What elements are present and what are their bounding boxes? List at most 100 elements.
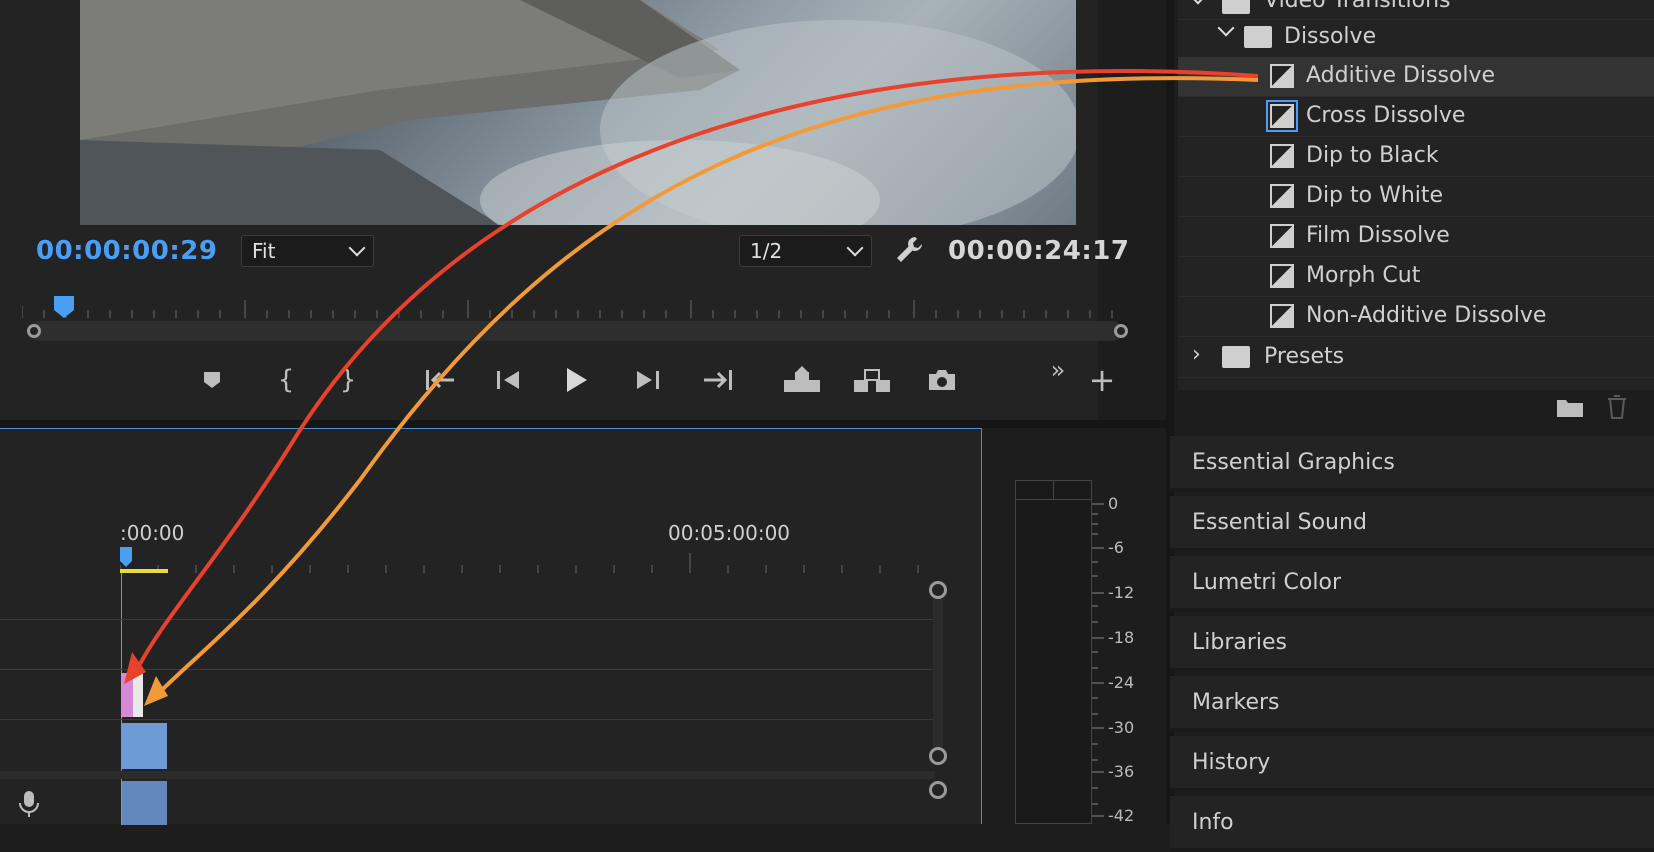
audio-clip-a1[interactable] xyxy=(121,781,167,825)
db-label: -12 xyxy=(1108,583,1135,602)
track-scroll-handle-top[interactable] xyxy=(929,581,947,599)
effect-label: Dip to White xyxy=(1306,183,1444,208)
transition-marker[interactable] xyxy=(133,673,143,717)
effect-film-dissolve[interactable]: Film Dissolve xyxy=(1178,217,1654,257)
panel-history[interactable]: History xyxy=(1170,736,1654,792)
current-timecode[interactable]: 00:00:00:29 xyxy=(36,236,217,266)
tree-video-transitions[interactable]: Video Transitions xyxy=(1178,0,1654,20)
tree-presets[interactable]: › Presets xyxy=(1178,338,1654,378)
go-to-in-button[interactable] xyxy=(420,360,460,400)
panel-markers[interactable]: Markers xyxy=(1170,676,1654,732)
db-label: 0 xyxy=(1108,494,1119,513)
track-divider xyxy=(0,619,935,620)
new-bin-icon[interactable] xyxy=(1556,396,1584,418)
track-divider xyxy=(0,669,935,670)
play-button[interactable] xyxy=(556,360,596,400)
go-to-out-button[interactable] xyxy=(698,360,738,400)
go-to-out-icon xyxy=(704,370,732,390)
effect-dip-to-black[interactable]: Dip to Black xyxy=(1178,137,1654,177)
timeline-ruler[interactable] xyxy=(120,547,940,573)
effect-label: Film Dissolve xyxy=(1306,223,1450,248)
effect-dip-to-white[interactable]: Dip to White xyxy=(1178,177,1654,217)
button-editor-button[interactable]: + xyxy=(1082,360,1122,400)
chevron-down-icon xyxy=(1189,0,1207,5)
zoom-level-dropdown[interactable]: Fit xyxy=(241,235,374,267)
transition-icon xyxy=(1270,264,1294,288)
mark-in-button[interactable]: { xyxy=(266,360,306,400)
tree-label: Dissolve xyxy=(1284,24,1377,49)
effect-label: Cross Dissolve xyxy=(1306,103,1466,128)
playhead-marker[interactable] xyxy=(54,296,74,318)
step-forward-icon xyxy=(637,371,659,389)
export-frame-button[interactable] xyxy=(922,360,962,400)
chevron-down-icon xyxy=(1217,19,1235,37)
lift-icon xyxy=(784,366,820,392)
step-forward-button[interactable] xyxy=(628,360,668,400)
panel-libraries[interactable]: Libraries xyxy=(1170,616,1654,672)
effect-cross-dissolve[interactable]: Cross Dissolve xyxy=(1178,97,1654,137)
marker-icon xyxy=(204,372,220,388)
effect-label: Non-Additive Dissolve xyxy=(1306,303,1547,328)
db-label: -6 xyxy=(1108,538,1124,557)
timeline-panel: :00:00 00:05:00:00 xyxy=(0,428,982,825)
panel-essential-graphics[interactable]: Essential Graphics xyxy=(1170,436,1654,492)
track-divider xyxy=(0,719,935,720)
track-scrollbar[interactable] xyxy=(933,599,943,747)
extract-button[interactable] xyxy=(852,360,892,400)
transport-controls: { } » + xyxy=(0,356,1115,400)
presets-folder-icon xyxy=(1222,346,1250,368)
transition-icon xyxy=(1270,144,1294,168)
double-chevron-right-icon: » xyxy=(1050,356,1066,384)
work-area-bar[interactable] xyxy=(120,569,168,573)
monitor-time-ruler[interactable] xyxy=(22,296,1122,318)
audio-scroll-handle[interactable] xyxy=(929,781,947,799)
transition-icon xyxy=(1270,184,1294,208)
mark-in-icon: { xyxy=(277,365,295,395)
db-label: -30 xyxy=(1108,718,1135,737)
microphone-icon[interactable] xyxy=(18,789,40,819)
wrench-settings-icon[interactable] xyxy=(893,234,925,266)
add-marker-button[interactable] xyxy=(192,360,232,400)
duration-timecode: 00:00:24:17 xyxy=(948,236,1130,266)
program-monitor: 00:00:00:29 Fit 1/2 00:00:24:17 { } » + xyxy=(0,0,1129,420)
mark-out-icon: } xyxy=(339,365,357,395)
db-scale-ticks xyxy=(1092,503,1104,817)
transition-icon xyxy=(1266,100,1298,132)
panel-essential-sound[interactable]: Essential Sound xyxy=(1170,496,1654,552)
more-controls-button[interactable]: » xyxy=(1038,350,1078,390)
panel-lumetri-color[interactable]: Lumetri Color xyxy=(1170,556,1654,612)
transition-icon xyxy=(1270,224,1294,248)
chevron-down-icon xyxy=(846,239,864,257)
transition-icon xyxy=(1270,304,1294,328)
db-label: -24 xyxy=(1108,673,1135,692)
effect-morph-cut[interactable]: Morph Cut xyxy=(1178,257,1654,297)
effect-additive-dissolve[interactable]: Additive Dissolve xyxy=(1178,57,1654,97)
timeline-time-mark: 00:05:00:00 xyxy=(668,521,791,545)
effect-non-additive-dissolve[interactable]: Non-Additive Dissolve xyxy=(1178,297,1654,337)
zoom-scrollbar[interactable] xyxy=(30,321,1122,341)
transition-icon xyxy=(1270,64,1294,88)
trash-icon[interactable] xyxy=(1606,394,1628,420)
effect-label: Morph Cut xyxy=(1306,263,1421,288)
meter-header xyxy=(1016,481,1091,500)
video-clip-v1[interactable] xyxy=(121,723,167,769)
timeline-playhead[interactable] xyxy=(120,547,132,567)
track-scroll-handle-bottom[interactable] xyxy=(929,747,947,765)
playback-resolution-dropdown[interactable]: 1/2 xyxy=(739,235,872,267)
zoom-handle-right[interactable] xyxy=(1114,324,1128,338)
audio-meter xyxy=(1015,480,1092,824)
db-label: -18 xyxy=(1108,628,1135,647)
tree-label: Presets xyxy=(1264,344,1345,369)
track-separator[interactable] xyxy=(0,771,935,779)
panel-info[interactable]: Info xyxy=(1170,796,1654,852)
folder-icon xyxy=(1222,0,1250,14)
zoom-handle-left[interactable] xyxy=(27,324,41,338)
tree-dissolve-folder[interactable]: Dissolve xyxy=(1178,18,1654,58)
step-back-button[interactable] xyxy=(488,360,528,400)
mark-out-button[interactable]: } xyxy=(328,360,368,400)
video-clip-v2[interactable] xyxy=(121,673,133,717)
db-label: -42 xyxy=(1108,806,1135,825)
lift-button[interactable] xyxy=(782,360,822,400)
panel-divider-horizontal[interactable] xyxy=(0,420,1166,428)
playback-resolution-value: 1/2 xyxy=(750,239,783,263)
